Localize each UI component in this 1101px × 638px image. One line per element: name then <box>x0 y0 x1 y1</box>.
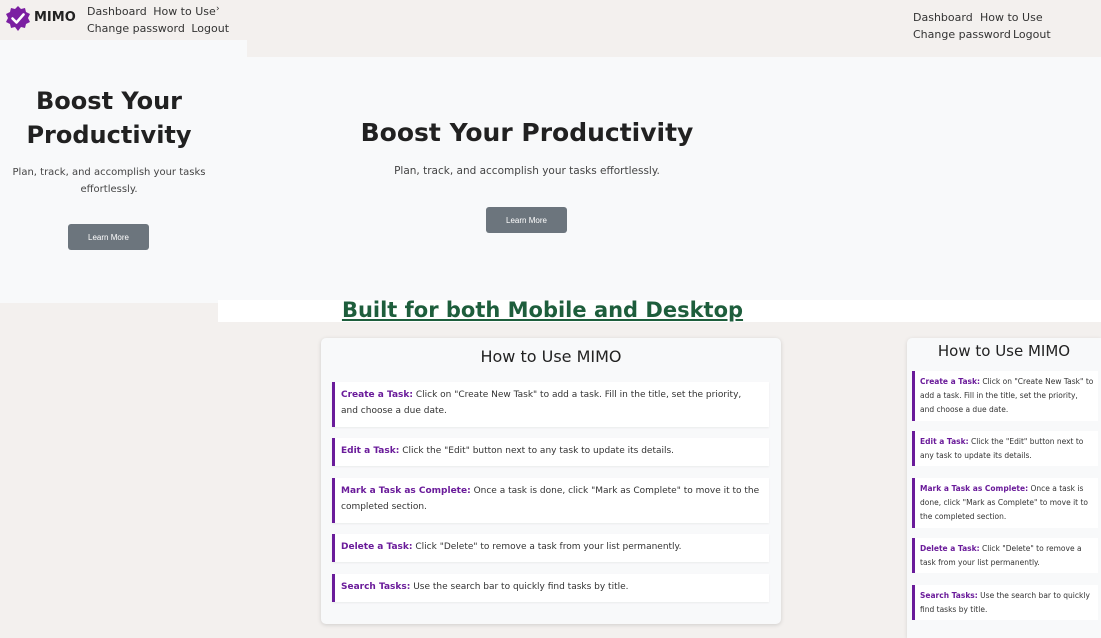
mobile-hero-title-line2: Productivity <box>26 121 192 149</box>
mobile-preview: MIMO Dashboard How to Use Change passwor… <box>0 0 247 303</box>
mobile-hero-subtitle-line2: effortlessly. <box>80 184 138 195</box>
mobile-learn-more-button[interactable]: Learn More <box>68 224 149 250</box>
step-title: Create a Task: <box>920 377 980 386</box>
mobile-how-to-card: How to Use MIMO Create a Task: Click on … <box>907 338 1101 638</box>
nav-how-to-use[interactable]: How to Use <box>980 9 1043 26</box>
mobile-hero-subtitle-line1: Plan, track, and accomplish your tasks <box>12 167 206 178</box>
mobile-how-to-title: How to Use MIMO <box>937 342 1071 360</box>
mobile-hero-subtitle: Plan, track, and accomplish your tasks e… <box>8 164 210 198</box>
mobile-how-to-step: Delete a Task: Click "Delete" to remove … <box>912 538 1098 573</box>
mobile-header: MIMO Dashboard How to Use Change passwor… <box>0 0 247 40</box>
mobile-nav: Dashboard How to Use Change password Log… <box>87 3 229 37</box>
mobile-how-to-step: Search Tasks: Use the search bar to quic… <box>912 585 1098 620</box>
step-title: Edit a Task: <box>920 437 969 446</box>
nav-logout[interactable]: Logout <box>1013 26 1051 43</box>
desktop-hero: Boost Your Productivity Plan, track, and… <box>247 57 1101 300</box>
hero-subtitle: Plan, track, and accomplish your tasks e… <box>394 165 660 177</box>
how-to-step: Search Tasks: Use the search bar to quic… <box>332 574 769 602</box>
logo-check-icon[interactable] <box>4 5 32 33</box>
step-text: Click "Delete" to remove a task from you… <box>415 542 682 552</box>
mobile-how-to-step: Create a Task: Click on "Create New Task… <box>912 371 1098 421</box>
mobile-hero-title-line1: Boost Your <box>36 87 182 115</box>
step-title: Search Tasks: <box>341 582 411 592</box>
banner-text[interactable]: Built for both Mobile and Desktop <box>342 298 743 322</box>
step-title: Mark a Task as Complete: <box>920 484 1029 493</box>
mobile-nav-dashboard[interactable]: Dashboard <box>87 5 147 18</box>
how-to-title: How to Use MIMO <box>480 347 622 366</box>
how-to-card: How to Use MIMO Create a Task: Click on … <box>321 338 781 624</box>
nav-dashboard[interactable]: Dashboard <box>913 9 980 26</box>
mobile-nav-how-to-use[interactable]: How to Use <box>153 5 216 18</box>
banner-heading[interactable]: Built for both Mobile and Desktop <box>0 298 1101 322</box>
logo-text[interactable]: MIMO <box>34 10 76 25</box>
how-to-step: Delete a Task: Click "Delete" to remove … <box>332 534 769 562</box>
nav-change-password[interactable]: Change password <box>913 26 1013 43</box>
mobile-how-to-step: Mark a Task as Complete: Once a task is … <box>912 478 1098 528</box>
mobile-nav-change-password[interactable]: Change password <box>87 22 185 35</box>
how-to-step: Create a Task: Click on "Create New Task… <box>332 382 769 427</box>
learn-more-button[interactable]: Learn More <box>486 207 567 233</box>
how-to-step: Edit a Task: Click the "Edit" button nex… <box>332 438 769 466</box>
step-title: Delete a Task: <box>341 542 413 552</box>
step-title: Edit a Task: <box>341 446 400 456</box>
step-title: Mark a Task as Complete: <box>341 486 471 496</box>
step-title: Delete a Task: <box>920 544 980 553</box>
how-to-step: Mark a Task as Complete: Once a task is … <box>332 478 769 523</box>
mobile-hero: Boost Your Productivity Plan, track, and… <box>0 40 247 303</box>
mobile-how-to-step: Edit a Task: Click the "Edit" button nex… <box>912 431 1098 466</box>
desktop-nav: Dashboard How to Use Change password Log… <box>913 9 1073 43</box>
step-title: Create a Task: <box>341 390 413 400</box>
hero-title: Boost Your Productivity <box>360 118 694 147</box>
step-text: Click the "Edit" button next to any task… <box>402 446 675 456</box>
mobile-hero-title: Boost Your Productivity <box>0 84 218 152</box>
step-title: Search Tasks: <box>920 591 978 600</box>
chevron-right-icon: › <box>216 4 220 14</box>
step-text: Use the search bar to quickly find tasks… <box>413 582 629 592</box>
mobile-nav-logout[interactable]: Logout <box>191 22 229 35</box>
